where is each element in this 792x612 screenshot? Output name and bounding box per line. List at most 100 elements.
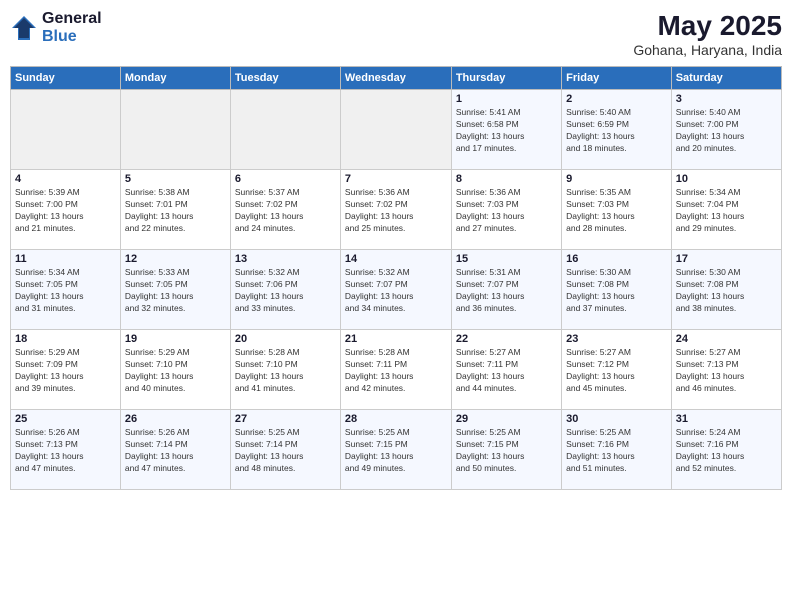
calendar-cell: 24 Sunrise: 5:27 AM Sunset: 7:13 PM Dayli… (671, 330, 781, 410)
day-number: 9 (566, 173, 667, 185)
calendar-cell: 15Sunrise: 5:31 AM Sunset: 7:07 PM Dayli… (451, 250, 561, 330)
calendar-cell: 12Sunrise: 5:33 AM Sunset: 7:05 PM Dayli… (120, 250, 230, 330)
day-info: Sunrise: 5:25 AM Sunset: 7:15 PM Dayligh… (456, 427, 557, 475)
calendar-cell: 19 Sunrise: 5:29 AM Sunset: 7:10 PM Dayli… (120, 330, 230, 410)
calendar-cell: 2 Sunrise: 5:40 AM Sunset: 6:59 PM Daylig… (562, 90, 672, 170)
day-number: 2 (566, 93, 667, 105)
day-number: 13 (235, 253, 336, 265)
calendar-cell (11, 90, 121, 170)
day-number: 11 (15, 253, 116, 265)
day-info: Sunrise: 5:40 AM Sunset: 6:59 PM Dayligh… (566, 107, 667, 155)
day-number: 1 (456, 93, 557, 105)
col-monday: Monday (120, 67, 230, 90)
calendar-cell (120, 90, 230, 170)
day-info: Sunrise: 5:29 AM Sunset: 7:10 PM Dayligh… (125, 347, 226, 395)
calendar-cell: 14Sunrise: 5:32 AM Sunset: 7:07 PM Dayli… (340, 250, 451, 330)
col-thursday: Thursday (451, 67, 561, 90)
day-info: Sunrise: 5:30 AM Sunset: 7:08 PM Dayligh… (676, 267, 777, 315)
day-number: 26 (125, 413, 226, 425)
calendar-cell: 11 Sunrise: 5:34 AM Sunset: 7:05 PM Dayli… (11, 250, 121, 330)
day-number: 27 (235, 413, 336, 425)
day-number: 17 (676, 253, 777, 265)
logo-text: General Blue (42, 10, 102, 46)
day-info: Sunrise: 5:30 AM Sunset: 7:08 PM Dayligh… (566, 267, 667, 315)
day-info: Sunrise: 5:28 AM Sunset: 7:10 PM Dayligh… (235, 347, 336, 395)
month-title: May 2025 (633, 10, 782, 42)
calendar-week-1: 4 Sunrise: 5:39 AM Sunset: 7:00 PM Daylig… (11, 170, 782, 250)
day-number: 21 (345, 333, 447, 345)
day-info: Sunrise: 5:31 AM Sunset: 7:07 PM Dayligh… (456, 267, 557, 315)
day-number: 5 (125, 173, 226, 185)
col-saturday: Saturday (671, 67, 781, 90)
calendar-cell: 23Sunrise: 5:27 AM Sunset: 7:12 PM Dayli… (562, 330, 672, 410)
col-wednesday: Wednesday (340, 67, 451, 90)
day-info: Sunrise: 5:25 AM Sunset: 7:16 PM Dayligh… (566, 427, 667, 475)
calendar-cell: 7 Sunrise: 5:36 AM Sunset: 7:02 PM Daylig… (340, 170, 451, 250)
calendar-cell: 18 Sunrise: 5:29 AM Sunset: 7:09 PM Dayli… (11, 330, 121, 410)
day-info: Sunrise: 5:29 AM Sunset: 7:09 PM Dayligh… (15, 347, 116, 395)
col-friday: Friday (562, 67, 672, 90)
day-number: 24 (676, 333, 777, 345)
day-info: Sunrise: 5:40 AM Sunset: 7:00 PM Dayligh… (676, 107, 777, 155)
day-info: Sunrise: 5:38 AM Sunset: 7:01 PM Dayligh… (125, 187, 226, 235)
day-info: Sunrise: 5:36 AM Sunset: 7:02 PM Dayligh… (345, 187, 447, 235)
calendar-cell: 31Sunrise: 5:24 AM Sunset: 7:16 PM Dayli… (671, 410, 781, 490)
calendar-cell: 16 Sunrise: 5:30 AM Sunset: 7:08 PM Dayli… (562, 250, 672, 330)
calendar-cell: 4 Sunrise: 5:39 AM Sunset: 7:00 PM Daylig… (11, 170, 121, 250)
calendar-week-2: 11 Sunrise: 5:34 AM Sunset: 7:05 PM Dayli… (11, 250, 782, 330)
title-block: May 2025 Gohana, Haryana, India (633, 10, 782, 58)
day-number: 18 (15, 333, 116, 345)
day-info: Sunrise: 5:35 AM Sunset: 7:03 PM Dayligh… (566, 187, 667, 235)
calendar-cell: 28Sunrise: 5:25 AM Sunset: 7:15 PM Dayli… (340, 410, 451, 490)
day-info: Sunrise: 5:37 AM Sunset: 7:02 PM Dayligh… (235, 187, 336, 235)
calendar-cell: 5 Sunrise: 5:38 AM Sunset: 7:01 PM Daylig… (120, 170, 230, 250)
header: General Blue May 2025 Gohana, Haryana, I… (10, 10, 782, 58)
day-info: Sunrise: 5:34 AM Sunset: 7:04 PM Dayligh… (676, 187, 777, 235)
day-number: 7 (345, 173, 447, 185)
calendar-cell: 9 Sunrise: 5:35 AM Sunset: 7:03 PM Daylig… (562, 170, 672, 250)
day-number: 10 (676, 173, 777, 185)
day-number: 29 (456, 413, 557, 425)
calendar-cell: 26 Sunrise: 5:26 AM Sunset: 7:14 PM Dayli… (120, 410, 230, 490)
day-info: Sunrise: 5:36 AM Sunset: 7:03 PM Dayligh… (456, 187, 557, 235)
day-number: 12 (125, 253, 226, 265)
day-number: 16 (566, 253, 667, 265)
day-number: 4 (15, 173, 116, 185)
day-number: 28 (345, 413, 447, 425)
logo-general-text: General (42, 10, 102, 28)
day-number: 6 (235, 173, 336, 185)
calendar-cell: 17 Sunrise: 5:30 AM Sunset: 7:08 PM Dayli… (671, 250, 781, 330)
day-info: Sunrise: 5:32 AM Sunset: 7:07 PM Dayligh… (345, 267, 447, 315)
day-number: 20 (235, 333, 336, 345)
calendar-cell (340, 90, 451, 170)
calendar-cell: 25Sunrise: 5:26 AM Sunset: 7:13 PM Dayli… (11, 410, 121, 490)
calendar-header: Sunday Monday Tuesday Wednesday Thursday… (11, 67, 782, 90)
header-row: Sunday Monday Tuesday Wednesday Thursday… (11, 67, 782, 90)
calendar-cell: 20 Sunrise: 5:28 AM Sunset: 7:10 PM Dayli… (230, 330, 340, 410)
day-number: 3 (676, 93, 777, 105)
day-number: 19 (125, 333, 226, 345)
page: General Blue May 2025 Gohana, Haryana, I… (0, 0, 792, 612)
logo-icon (10, 14, 38, 42)
day-number: 30 (566, 413, 667, 425)
day-info: Sunrise: 5:28 AM Sunset: 7:11 PM Dayligh… (345, 347, 447, 395)
calendar-cell: 30 Sunrise: 5:25 AM Sunset: 7:16 PM Dayli… (562, 410, 672, 490)
calendar-cell: 27Sunrise: 5:25 AM Sunset: 7:14 PM Dayli… (230, 410, 340, 490)
day-info: Sunrise: 5:24 AM Sunset: 7:16 PM Dayligh… (676, 427, 777, 475)
location: Gohana, Haryana, India (633, 42, 782, 58)
calendar-cell: 22Sunrise: 5:27 AM Sunset: 7:11 PM Dayli… (451, 330, 561, 410)
day-info: Sunrise: 5:34 AM Sunset: 7:05 PM Dayligh… (15, 267, 116, 315)
day-info: Sunrise: 5:27 AM Sunset: 7:13 PM Dayligh… (676, 347, 777, 395)
day-info: Sunrise: 5:39 AM Sunset: 7:00 PM Dayligh… (15, 187, 116, 235)
day-number: 25 (15, 413, 116, 425)
calendar-cell: 1Sunrise: 5:41 AM Sunset: 6:58 PM Daylig… (451, 90, 561, 170)
calendar-body: 1Sunrise: 5:41 AM Sunset: 6:58 PM Daylig… (11, 90, 782, 490)
logo: General Blue (10, 10, 102, 46)
day-info: Sunrise: 5:26 AM Sunset: 7:14 PM Dayligh… (125, 427, 226, 475)
calendar-table: Sunday Monday Tuesday Wednesday Thursday… (10, 66, 782, 490)
day-info: Sunrise: 5:32 AM Sunset: 7:06 PM Dayligh… (235, 267, 336, 315)
calendar-cell: 29 Sunrise: 5:25 AM Sunset: 7:15 PM Dayli… (451, 410, 561, 490)
calendar-cell: 10 Sunrise: 5:34 AM Sunset: 7:04 PM Dayli… (671, 170, 781, 250)
col-sunday: Sunday (11, 67, 121, 90)
calendar-week-0: 1Sunrise: 5:41 AM Sunset: 6:58 PM Daylig… (11, 90, 782, 170)
